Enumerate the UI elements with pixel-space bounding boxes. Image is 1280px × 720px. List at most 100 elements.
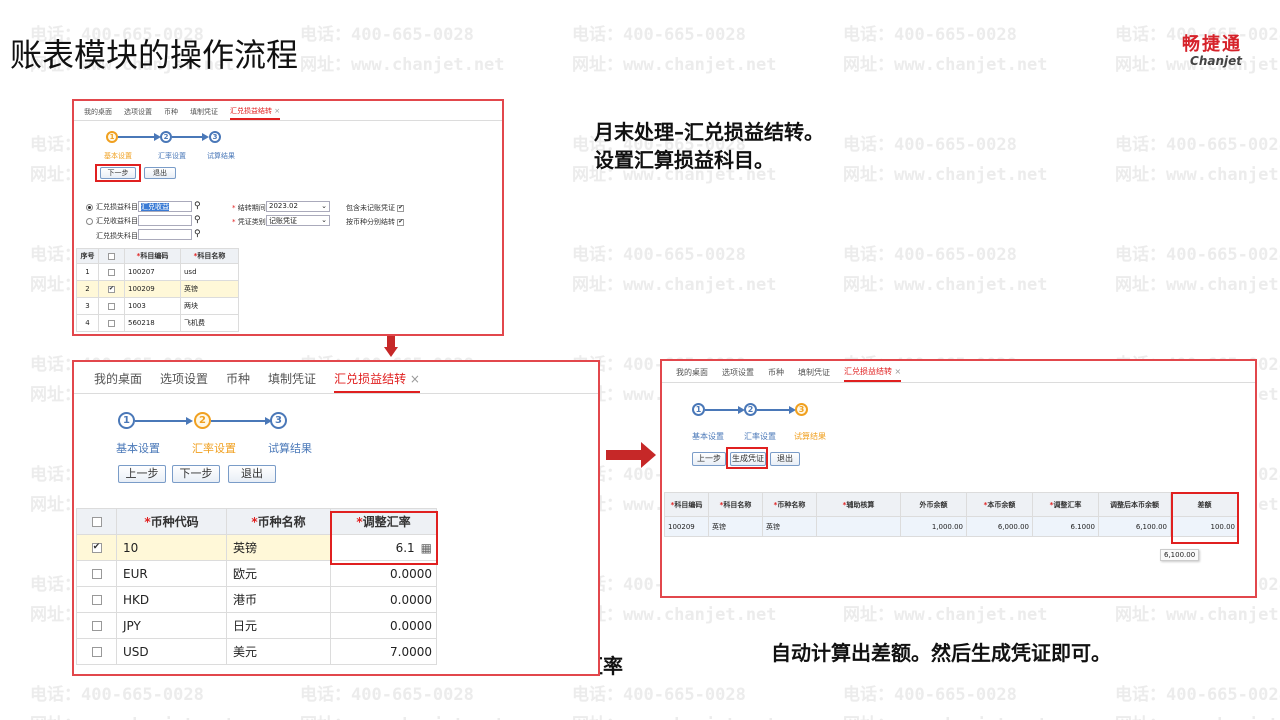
radio-gain-account[interactable]: 汇兑收益科目 xyxy=(86,216,138,226)
period-select[interactable]: 2023.02 ⌄ xyxy=(266,201,330,212)
table-row[interactable]: EUR 欧元 0.0000 xyxy=(76,560,437,587)
tab-currency[interactable]: 币种 xyxy=(226,370,250,393)
tab-voucher[interactable]: 填制凭证 xyxy=(798,367,830,382)
period-value: 2023.02 xyxy=(269,202,298,210)
include-unposted-option[interactable]: 包含未记账凭证 xyxy=(346,203,405,213)
step-3-circle: 3 xyxy=(270,412,287,429)
voucher-type-select[interactable]: 记账凭证 ⌄ xyxy=(266,215,330,226)
tab-desktop[interactable]: 我的桌面 xyxy=(94,370,142,393)
close-icon[interactable]: × xyxy=(274,107,280,115)
table-row[interactable]: 3 1003 两块 xyxy=(76,297,239,315)
tab-voucher[interactable]: 填制凭证 xyxy=(268,370,316,393)
checkbox[interactable] xyxy=(108,319,115,327)
tab-options[interactable]: 选项设置 xyxy=(160,370,208,393)
tab-currency[interactable]: 币种 xyxy=(768,367,784,382)
close-icon[interactable]: × xyxy=(895,367,902,376)
tab-desktop[interactable]: 我的桌面 xyxy=(676,367,708,382)
checkbox[interactable] xyxy=(91,621,102,631)
watermark-site: 网址：www.chanjet.net xyxy=(572,55,777,75)
voucher-type-value: 记账凭证 xyxy=(269,217,297,225)
generate-voucher-button[interactable]: 生成凭证 xyxy=(730,452,766,466)
search-icon[interactable]: ⚲ xyxy=(194,201,201,211)
currency-name: 美元 xyxy=(226,638,331,665)
table-row[interactable]: 4 560218 飞机费 xyxy=(76,314,239,332)
radio-label: 汇兑收益科目 xyxy=(96,217,138,225)
panel-basic-settings: 我的桌面 选项设置 币种 填制凭证 汇兑损益结转 × 1 2 3 基本设置 汇率… xyxy=(72,99,504,336)
annotation-line-2: 设置汇算损益科目。 xyxy=(594,148,774,172)
value-tooltip: 6,100.00 xyxy=(1160,549,1200,561)
table-row[interactable]: 100209 英镑 英镑 1,000.00 6,000.00 6.1000 6,100.00… xyxy=(664,516,1239,537)
checkbox[interactable] xyxy=(108,268,115,276)
close-icon[interactable]: × xyxy=(410,372,420,386)
table-row[interactable]: 2 100209英镑 xyxy=(76,280,239,298)
tab-voucher[interactable]: 填制凭证 xyxy=(190,107,218,120)
loss-account-input[interactable] xyxy=(138,229,192,240)
row-checkbox-cell xyxy=(76,534,117,561)
adjust-rate-cell: 0.0000 xyxy=(330,586,437,613)
column-header: 序号 xyxy=(76,248,99,264)
checkbox[interactable] xyxy=(91,542,102,553)
table-row[interactable]: 1 100207 usd xyxy=(76,263,239,281)
tab-options[interactable]: 选项设置 xyxy=(124,107,152,120)
tab-currency[interactable]: 币种 xyxy=(164,107,178,120)
tab-bar: 我的桌面 选项设置 币种 填制凭证 汇兑损益结转 × xyxy=(662,361,1255,383)
account-code: 1003 xyxy=(124,297,181,315)
tab-options[interactable]: 选项设置 xyxy=(722,367,754,382)
prev-button[interactable]: 上一步 xyxy=(692,452,726,466)
tab-desktop[interactable]: 我的桌面 xyxy=(84,107,112,120)
exit-button[interactable]: 退出 xyxy=(770,452,800,466)
table-row[interactable]: 10英镑 6.1 ▦ xyxy=(76,534,437,561)
annotation-line-1: 月末处理–汇兑损益结转。 xyxy=(594,120,824,144)
next-button[interactable]: 下一步 xyxy=(172,465,220,483)
table-cell: 6,000.00 xyxy=(966,516,1033,537)
table-row[interactable]: HKD 港币 0.0000 xyxy=(76,586,437,613)
watermark-site: 网址：www.chanjet.net xyxy=(300,710,505,720)
row-checkbox-cell xyxy=(98,297,125,315)
watermark-phone: 电话：400-665-0028 xyxy=(1115,245,1280,265)
gain-loss-account-input[interactable]: 汇兑收益 xyxy=(138,201,192,212)
table-row[interactable]: JPY 日元 0.0000 xyxy=(76,612,437,639)
step-1-circle: 1 xyxy=(692,403,705,416)
checkbox[interactable] xyxy=(91,647,102,657)
step-1-circle: 1 xyxy=(106,131,118,143)
radio-gain-loss-account[interactable]: 汇兑损益科目 xyxy=(86,202,138,212)
tab-fx-transfer[interactable]: 汇兑损益结转 × xyxy=(844,366,902,382)
checkbox[interactable] xyxy=(91,569,102,579)
column-header: *科目编码 xyxy=(124,248,181,264)
checkbox[interactable] xyxy=(108,285,115,293)
checkbox[interactable] xyxy=(91,595,102,605)
calculator-icon[interactable]: ▦ xyxy=(421,541,432,555)
table-row[interactable]: USD 美元 7.0000 xyxy=(76,638,437,665)
checkbox[interactable] xyxy=(397,218,405,226)
step-2-circle: 2 xyxy=(194,412,211,429)
checkbox[interactable] xyxy=(397,204,405,212)
tab-fx-transfer[interactable]: 汇兑损益结转 × xyxy=(334,370,420,393)
annotation-auto-calc: 自动计算出差额。然后生成凭证即可。 xyxy=(771,641,1111,665)
account-code: 100209 xyxy=(124,280,181,298)
select-all-checkbox[interactable] xyxy=(108,252,115,260)
prev-button[interactable]: 上一步 xyxy=(118,465,166,483)
adjust-rate-input[interactable]: 6.1 xyxy=(396,541,415,555)
checkbox[interactable] xyxy=(108,302,115,310)
watermark-site: 网址：www.chanjet.net xyxy=(1115,710,1280,720)
search-icon[interactable]: ⚲ xyxy=(194,229,201,239)
exit-button[interactable]: 退出 xyxy=(228,465,276,483)
watermark-phone: 电话：400-665-0028 xyxy=(30,685,204,705)
exit-button[interactable]: 退出 xyxy=(144,167,176,179)
gain-account-input[interactable] xyxy=(138,215,192,226)
chanjet-logo: 畅捷通 Chanjet xyxy=(1150,36,1242,69)
column-header: 差额 xyxy=(1170,492,1239,517)
tab-fx-transfer[interactable]: 汇兑损益结转 × xyxy=(230,106,281,120)
select-all-checkbox[interactable] xyxy=(91,517,102,527)
by-currency-option[interactable]: 按币种分别结转 xyxy=(346,217,405,227)
currency-code: HKD xyxy=(116,586,227,613)
search-icon[interactable]: ⚲ xyxy=(194,215,201,225)
row-checkbox-cell xyxy=(98,280,125,298)
adjust-rate-cell: 0.0000 xyxy=(330,612,437,639)
next-button[interactable]: 下一步 xyxy=(100,167,136,179)
step-2-circle: 2 xyxy=(160,131,172,143)
adjust-rate-cell[interactable]: 6.1 ▦ xyxy=(330,534,437,561)
watermark-site: 网址：www.chanjet.net xyxy=(843,605,1048,625)
row-checkbox-cell xyxy=(76,612,117,639)
row-checkbox-cell xyxy=(76,638,117,665)
